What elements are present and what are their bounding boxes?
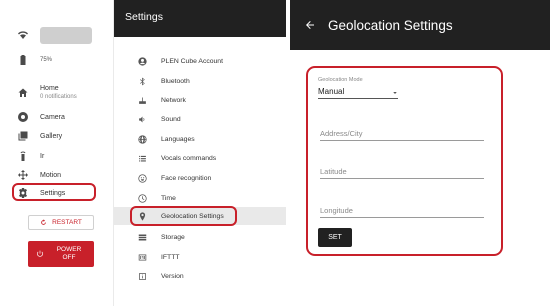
refresh-icon	[41, 219, 46, 225]
rail-item-gallery[interactable]: Gallery	[0, 129, 108, 143]
power-icon	[37, 250, 43, 257]
address-field-wrapper	[320, 123, 484, 142]
set-button[interactable]: SET	[318, 228, 352, 247]
menu-item-label: Version	[161, 272, 184, 280]
home-icon	[16, 86, 30, 100]
wifi-icon	[16, 28, 30, 42]
geolocation-mode-value: Manual	[318, 87, 345, 96]
back-arrow-icon[interactable]	[304, 18, 318, 32]
geolocation-form-card: Geolocation Mode Manual SET	[306, 66, 503, 256]
geolocation-header: Geolocation Settings	[290, 0, 550, 50]
menu-item-ifttt[interactable]: IFTTT	[114, 248, 286, 266]
restart-button[interactable]: RESTART	[28, 215, 94, 230]
globe-icon	[137, 134, 147, 144]
power-line1: POWER	[56, 246, 82, 253]
menu-item-label: PLEN Cube Account	[161, 57, 223, 65]
battery-percent: 75%	[40, 56, 53, 63]
rail-item-camera[interactable]: Camera	[0, 110, 108, 124]
geolocation-highlight-annotation	[130, 206, 237, 226]
restart-label: RESTART	[52, 219, 82, 226]
gallery-label: Gallery	[40, 132, 63, 140]
menu-item-vocals-commands[interactable]: Vocals commands	[114, 149, 286, 167]
rail-item-ir[interactable]: Ir	[0, 149, 108, 163]
ifttt-icon	[137, 252, 147, 262]
power-off-text: POWER OFF	[44, 246, 94, 262]
geolocation-mode-label: Geolocation Mode	[318, 77, 363, 83]
menu-item-sound[interactable]: Sound	[114, 110, 286, 128]
home-label: Home	[40, 85, 59, 92]
menu-item-label: Sound	[161, 115, 181, 123]
left-nav-rail: 75% Home 0 notifications Camera Gallery …	[0, 0, 108, 306]
geolocation-mode-select[interactable]: Manual	[318, 85, 398, 99]
menu-item-label: Languages	[161, 135, 195, 143]
rail-item-home[interactable]: Home 0 notifications	[0, 84, 108, 102]
menu-item-bluetooth[interactable]: Bluetooth	[114, 72, 286, 90]
battery-status-row: 75%	[0, 53, 108, 67]
network-router-icon	[137, 95, 147, 105]
ir-label: Ir	[40, 152, 45, 160]
volume-icon	[137, 114, 147, 124]
gallery-icon	[16, 129, 30, 143]
settings-menu-title: Settings	[114, 0, 286, 37]
face-icon	[137, 173, 147, 183]
rail-item-motion[interactable]: Motion	[0, 168, 108, 182]
camera-aperture-icon	[16, 110, 30, 124]
settings-highlight-annotation	[12, 183, 96, 201]
camera-label: Camera	[40, 113, 65, 121]
caret-down-icon	[392, 83, 398, 101]
menu-item-network[interactable]: Network	[114, 91, 286, 109]
motion-label: Motion	[40, 171, 62, 179]
bluetooth-icon	[137, 76, 147, 86]
longitude-input[interactable]	[320, 202, 484, 219]
info-box-icon	[137, 271, 147, 281]
battery-icon	[16, 53, 30, 67]
address-city-input[interactable]	[320, 125, 484, 142]
menu-item-time[interactable]: Time	[114, 189, 286, 207]
storage-icon	[137, 232, 147, 242]
latitude-field-wrapper	[320, 161, 484, 180]
menu-item-label: Face recognition	[161, 174, 212, 182]
menu-item-languages[interactable]: Languages	[114, 130, 286, 148]
menu-item-label: Storage	[161, 233, 185, 241]
longitude-field-wrapper	[320, 200, 484, 219]
clock-icon	[137, 193, 147, 203]
remote-control-icon	[16, 149, 30, 163]
power-line2: OFF	[62, 254, 76, 261]
account-circle-icon	[137, 56, 147, 66]
menu-item-label: Vocals commands	[161, 154, 217, 162]
list-icon	[137, 153, 147, 163]
home-notifications: 0 notifications	[40, 94, 77, 100]
power-off-button[interactable]: POWER OFF	[28, 241, 94, 267]
menu-item-label: IFTTT	[161, 253, 180, 261]
rail-item-label: Home 0 notifications	[40, 84, 77, 102]
menu-item-storage[interactable]: Storage	[114, 228, 286, 246]
menu-item-version[interactable]: Version	[114, 267, 286, 285]
geolocation-panel: Geolocation Settings Geolocation Mode Ma…	[290, 0, 550, 306]
menu-item-label: Bluetooth	[161, 77, 190, 85]
latitude-input[interactable]	[320, 163, 484, 180]
motion-arrows-icon	[16, 168, 30, 182]
menu-item-label: Network	[161, 96, 186, 104]
menu-item-plen-cube-account[interactable]: PLEN Cube Account	[114, 52, 286, 70]
menu-item-label: Time	[161, 194, 176, 202]
settings-menu: Settings PLEN Cube Account Bluetooth Net…	[113, 0, 286, 306]
device-name-placeholder	[40, 27, 92, 44]
menu-item-face-recognition[interactable]: Face recognition	[114, 169, 286, 187]
page-title: Geolocation Settings	[328, 17, 453, 33]
